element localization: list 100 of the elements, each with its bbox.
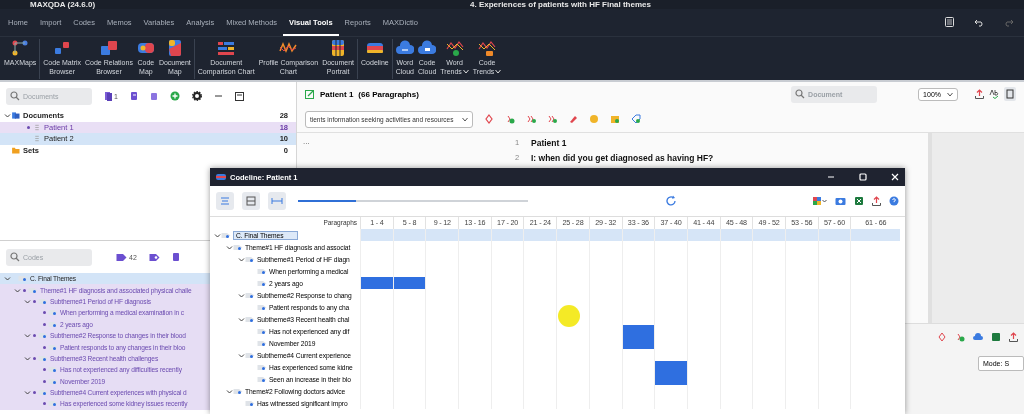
code-tag-icon [233, 387, 243, 395]
code-tag-icon [38, 389, 48, 397]
documents-icon[interactable] [104, 91, 113, 101]
code-tag-icon[interactable] [148, 252, 160, 262]
activation-dot[interactable] [23, 288, 26, 292]
activation-dot[interactable] [33, 356, 36, 360]
document-icon [32, 135, 42, 143]
code-add-icon[interactable] [955, 332, 965, 342]
document-icon[interactable] [171, 252, 180, 262]
activation-dot[interactable] [43, 379, 46, 383]
code-tags-icon[interactable] [116, 252, 128, 262]
activation-dot[interactable] [33, 299, 36, 303]
undo-icon[interactable] [974, 19, 984, 27]
chevron-icon[interactable] [238, 291, 245, 299]
redo-icon[interactable] [1004, 19, 1014, 27]
excel-icon[interactable] [854, 196, 864, 206]
coded-segment[interactable] [360, 277, 393, 289]
code-tag-icon [245, 315, 255, 323]
code-tag-icon [38, 332, 48, 340]
chevron-icon[interactable] [226, 243, 233, 251]
code-tag-icon [257, 303, 267, 311]
matrix-icon [53, 39, 72, 57]
coded-segment[interactable] [621, 337, 655, 349]
maximize-button[interactable] [859, 173, 867, 181]
caret-icon [462, 68, 469, 74]
chevron-icon[interactable] [24, 389, 31, 397]
help-icon[interactable] [889, 196, 899, 206]
minimize-icon [827, 173, 835, 181]
chevron-icon[interactable] [14, 286, 21, 294]
toolbar-button[interactable] [242, 192, 260, 210]
activation-dot[interactable] [33, 334, 36, 338]
activation-dot[interactable] [33, 391, 36, 395]
fit-width-icon [271, 195, 283, 207]
calculator-icon[interactable] [945, 17, 954, 27]
code-tag-icon [245, 291, 255, 299]
refresh-icon[interactable] [664, 195, 677, 207]
activation-dot[interactable] [27, 125, 30, 129]
trend-icon [478, 39, 497, 57]
camera-icon[interactable] [835, 196, 846, 206]
code-tag-icon [257, 375, 267, 383]
code-tag-icon [28, 286, 38, 294]
code-tag-icon [221, 231, 231, 239]
activation-dot[interactable] [43, 402, 46, 406]
export-icon[interactable] [975, 89, 984, 99]
activation-dot[interactable] [43, 345, 46, 349]
code-add-icon[interactable] [505, 114, 515, 124]
chevron-icon[interactable] [24, 332, 31, 340]
coded-segment[interactable] [392, 277, 426, 289]
panel-icon[interactable] [1004, 87, 1016, 101]
code-tag-icon [245, 255, 255, 263]
layout-icon [245, 195, 257, 207]
chevron-icon[interactable] [4, 275, 11, 283]
code-add-icon[interactable] [526, 114, 536, 124]
window-icon[interactable] [234, 91, 244, 101]
chevron-icon[interactable] [4, 112, 11, 120]
spellcheck-icon[interactable] [989, 89, 999, 99]
excel-icon[interactable] [991, 332, 1001, 342]
settings-icon[interactable] [191, 91, 202, 101]
chevron-icon[interactable] [24, 354, 31, 362]
code-marker-icon[interactable] [484, 114, 494, 124]
code-marker-icon[interactable] [937, 332, 947, 342]
coded-segment[interactable] [654, 373, 687, 385]
export-icon[interactable] [872, 196, 881, 206]
add-icon[interactable] [169, 91, 180, 101]
chevron-icon[interactable] [238, 315, 245, 323]
code-tag-icon [48, 320, 58, 328]
activation-dot[interactable] [43, 322, 46, 326]
code-tag-icon [48, 343, 58, 351]
document-icon [32, 123, 42, 131]
activation-dot[interactable] [43, 368, 46, 372]
code-tag-icon [38, 297, 48, 305]
color-grid-icon[interactable] [813, 196, 827, 206]
activation-dot[interactable] [43, 311, 46, 315]
export-icon[interactable] [1009, 332, 1018, 342]
highlighter-icon[interactable] [568, 114, 578, 124]
chevron-icon[interactable] [238, 255, 245, 263]
document-icon[interactable] [129, 91, 138, 101]
code-tag-icon [245, 351, 255, 359]
code-tag-icon [38, 354, 48, 362]
close-icon [891, 173, 899, 181]
chevron-icon[interactable] [24, 297, 31, 305]
cloud-icon [418, 39, 437, 57]
chevron-icon[interactable] [226, 387, 233, 395]
document-title: Patient 1 [320, 89, 354, 99]
search-icon [10, 91, 20, 101]
chevron-icon[interactable] [214, 231, 221, 239]
align-icon [219, 195, 231, 207]
document-icon[interactable] [149, 91, 158, 101]
tag-add-icon[interactable] [631, 114, 641, 124]
folder-add-icon[interactable] [610, 114, 620, 124]
chevron-icon[interactable] [238, 351, 245, 359]
code-tag-icon [257, 267, 267, 275]
search-icon [10, 252, 20, 262]
coded-segment[interactable] [621, 325, 655, 337]
close-button[interactable] [891, 173, 899, 181]
minimize-button[interactable] [827, 173, 835, 181]
cloud-icon[interactable] [973, 332, 983, 342]
coded-segment[interactable] [654, 361, 687, 373]
code-tag-icon [257, 327, 267, 335]
code-add-icon[interactable] [547, 114, 557, 124]
